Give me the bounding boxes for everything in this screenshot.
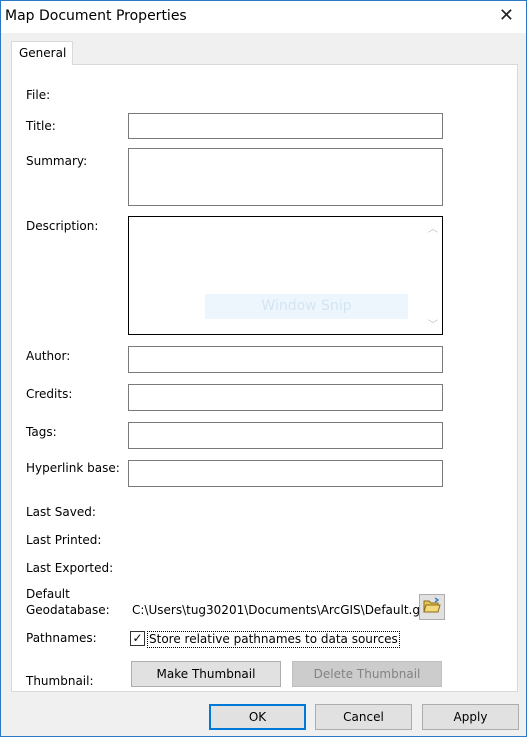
pathnames-checkbox[interactable]: ✓ bbox=[130, 631, 145, 646]
summary-input[interactable] bbox=[128, 148, 443, 206]
last-printed-label: Last Printed: bbox=[26, 533, 102, 547]
credits-input[interactable] bbox=[128, 384, 443, 411]
default-gdb-path: C:\Users\tug30201\Documents\ArcGIS\Defau… bbox=[132, 603, 420, 617]
tags-label: Tags: bbox=[26, 425, 57, 439]
hyperlink-base-input[interactable] bbox=[128, 460, 443, 487]
make-thumbnail-button[interactable]: Make Thumbnail bbox=[131, 661, 281, 687]
title-input[interactable] bbox=[128, 113, 443, 139]
delete-thumbnail-button[interactable]: Delete Thumbnail bbox=[292, 661, 442, 687]
scrollbar[interactable]: ︿ ﹀ bbox=[425, 217, 442, 334]
default-gdb-label-1: Default bbox=[26, 587, 70, 601]
dialog-window: Map Document Properties ✕ General File: … bbox=[0, 0, 527, 737]
file-label: File: bbox=[26, 88, 51, 102]
scroll-down-icon[interactable]: ﹀ bbox=[428, 316, 438, 331]
scroll-up-icon[interactable]: ︿ bbox=[428, 220, 438, 235]
description-label: Description: bbox=[26, 219, 99, 233]
cancel-button[interactable]: Cancel bbox=[315, 704, 412, 730]
last-saved-label: Last Saved: bbox=[26, 505, 96, 519]
pathnames-label: Pathnames: bbox=[26, 631, 97, 645]
title-label: Title: bbox=[26, 119, 56, 133]
hyperlink-base-label: Hyperlink base: bbox=[26, 461, 120, 475]
title-bar: Map Document Properties ✕ bbox=[1, 1, 526, 33]
last-exported-label: Last Exported: bbox=[26, 561, 114, 575]
tags-input[interactable] bbox=[128, 422, 443, 449]
pathnames-checkbox-label[interactable]: Store relative pathnames to data sources bbox=[147, 631, 400, 648]
window-snip-overlay: Window Snip bbox=[205, 294, 408, 319]
window-title: Map Document Properties bbox=[5, 8, 187, 24]
default-gdb-label-2: Geodatabase: bbox=[26, 603, 110, 617]
author-input[interactable] bbox=[128, 346, 443, 373]
open-folder-icon bbox=[423, 597, 441, 613]
apply-button[interactable]: Apply bbox=[422, 704, 519, 730]
close-icon[interactable]: ✕ bbox=[499, 5, 514, 26]
tab-general[interactable]: General bbox=[11, 41, 73, 65]
author-label: Author: bbox=[26, 349, 71, 363]
summary-label: Summary: bbox=[26, 154, 88, 168]
description-input[interactable]: ︿ ﹀ Window Snip bbox=[128, 216, 443, 335]
credits-label: Credits: bbox=[26, 387, 73, 401]
browse-gdb-button[interactable] bbox=[419, 594, 445, 620]
thumbnail-label: Thumbnail: bbox=[26, 674, 94, 688]
ok-button[interactable]: OK bbox=[209, 704, 306, 730]
